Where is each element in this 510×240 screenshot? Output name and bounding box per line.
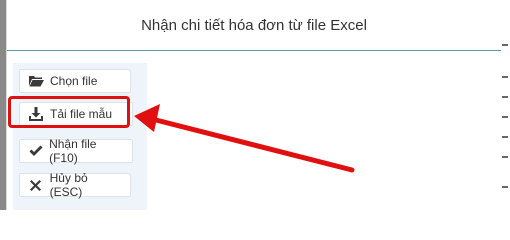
action-panel: Chọn file Tải file mẫu Nhận file (F10) H… xyxy=(13,63,147,210)
dialog-title: Nhận chi tiết hóa đơn từ file Excel xyxy=(141,16,367,34)
choose-file-button[interactable]: Chọn file xyxy=(19,69,131,93)
import-file-button[interactable]: Nhận file (F10) xyxy=(19,137,133,165)
background-page-right xyxy=(500,0,510,210)
background-dash xyxy=(502,156,508,158)
folder-open-icon xyxy=(28,74,44,88)
annotation-highlight-box xyxy=(8,96,130,128)
background-dash xyxy=(502,76,508,78)
import-file-label: Nhận file (F10) xyxy=(49,137,97,165)
background-dash xyxy=(502,186,508,188)
cancel-label: Hủy bỏ (ESC) xyxy=(49,171,88,199)
annotation-arrow-icon xyxy=(134,104,355,173)
background-dash xyxy=(502,96,508,98)
check-icon xyxy=(28,144,43,158)
background-dash xyxy=(502,44,508,46)
cancel-button[interactable]: Hủy bỏ (ESC) xyxy=(19,171,131,199)
dialog-header: Nhận chi tiết hóa đơn từ file Excel xyxy=(7,0,501,51)
close-icon xyxy=(28,178,44,192)
choose-file-label: Chọn file xyxy=(50,74,98,88)
background-dash xyxy=(502,136,508,138)
background-dash xyxy=(502,116,508,118)
